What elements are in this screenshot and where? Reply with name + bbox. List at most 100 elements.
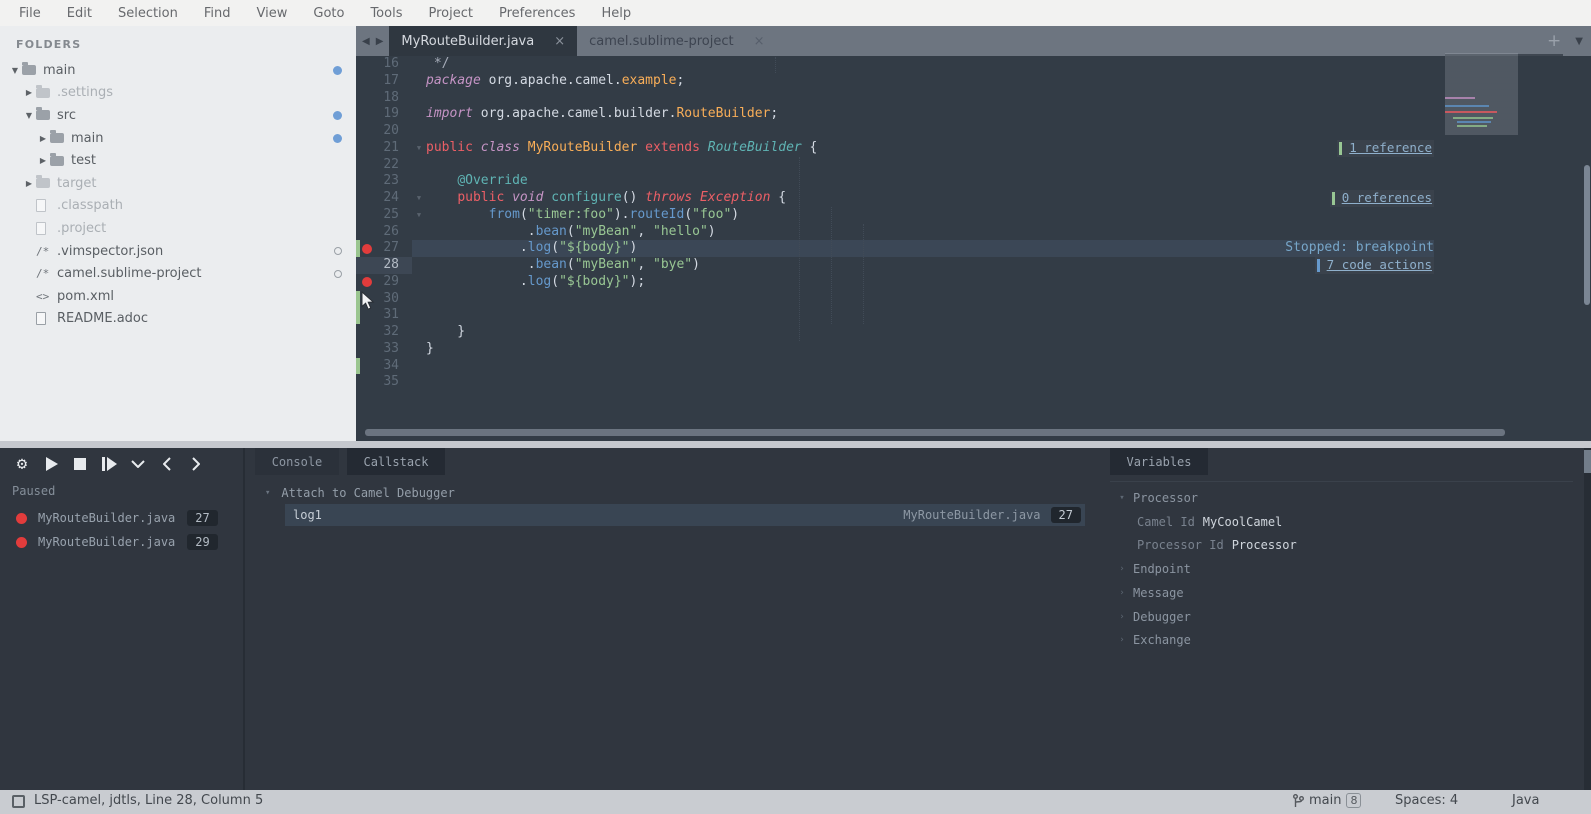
gutter[interactable]: 27 [356,240,412,257]
tab-overflow-icon[interactable]: ▼ [1575,36,1583,47]
tab-variables[interactable]: Variables [1110,448,1208,475]
editor-horizontal-scrollbar[interactable] [365,429,1505,436]
code-line-34[interactable]: 34 [356,358,1591,375]
breakpoint-gutter[interactable] [360,358,373,375]
sidebar-item-readme-adoc[interactable]: README.adoc [0,308,356,331]
chevron-right-icon[interactable] [188,456,204,472]
code-line-32[interactable]: 32 } [356,324,1591,341]
variable-camel-id[interactable]: Camel IdMyCoolCamel [1102,512,1591,532]
tab-console[interactable]: Console [255,448,339,475]
new-tab-icon[interactable]: + [1547,31,1561,51]
breakpoint-gutter[interactable] [360,341,373,358]
breakpoint-icon[interactable] [16,537,27,548]
breakpoint-gutter[interactable] [360,90,373,107]
settings-gear-icon[interactable]: ⚙ [14,456,30,472]
menu-tools[interactable]: Tools [357,6,415,21]
breakpoint-row[interactable]: MyRouteBuilder.java27 [0,506,243,530]
code-line-19[interactable]: 19import org.apache.camel.builder.RouteB… [356,106,1591,123]
gutter[interactable]: 31 [356,307,412,324]
sidebar-item--classpath[interactable]: .classpath [0,195,356,218]
editor-vertical-scrollbar[interactable] [1584,165,1590,305]
breakpoint-gutter[interactable] [360,140,373,157]
breakpoint-gutter[interactable] [360,173,373,190]
breakpoint-row[interactable]: MyRouteBuilder.java29 [0,530,243,554]
code-line-23[interactable]: 23 @Override [356,173,1591,190]
menu-selection[interactable]: Selection [105,6,191,21]
menu-project[interactable]: Project [415,6,485,21]
gutter[interactable]: 24 [356,190,412,207]
gutter[interactable]: 33 [356,341,412,358]
disclosure-right-icon[interactable]: ▶ [22,179,36,188]
code-line-25[interactable]: 25▼ from("timer:foo").routeId("foo") [356,207,1591,224]
breakpoint-gutter[interactable] [360,240,373,257]
gutter[interactable]: 22 [356,157,412,174]
menu-preferences[interactable]: Preferences [486,6,588,21]
sidebar-item-camel-sublime-project[interactable]: /*camel.sublime-project [0,262,356,285]
tab-close-icon[interactable]: × [554,34,565,49]
bottom-scrollbar-track[interactable] [1584,448,1591,790]
breakpoint-gutter[interactable] [360,324,373,341]
breakpoint-icon[interactable] [362,244,372,254]
code-line-30[interactable]: 30 [356,291,1591,308]
code-line-26[interactable]: 26 .bean("myBean", "hello") [356,224,1591,241]
breakpoint-gutter[interactable] [360,106,373,123]
fold-arrow-icon[interactable]: ▼ [412,140,426,157]
code-line-22[interactable]: 22 [356,157,1591,174]
variable-group-exchange[interactable]: ›Exchange [1102,630,1591,650]
gutter[interactable]: 30 [356,291,412,308]
disclosure-right-icon[interactable]: ▶ [36,156,50,165]
breakpoint-gutter[interactable] [360,257,373,274]
breakpoint-gutter[interactable] [360,157,373,174]
gutter[interactable]: 32 [356,324,412,341]
gutter[interactable]: 19 [356,106,412,123]
step-icon[interactable] [101,456,117,472]
annotation-link[interactable]: 1 reference [1349,140,1432,157]
disclosure-down-icon[interactable]: ▼ [22,111,36,120]
breakpoint-icon[interactable] [362,277,372,287]
breakpoint-gutter[interactable] [360,307,373,324]
git-branch-status[interactable]: main 8 [1293,793,1361,808]
menu-file[interactable]: File [6,6,54,21]
fold-arrow-icon[interactable]: ▼ [412,190,426,207]
code-line-28[interactable]: 28 .bean("myBean", "bye")7 code actions [356,257,1591,274]
chevron-right-icon[interactable]: › [1114,612,1130,622]
menu-goto[interactable]: Goto [300,6,357,21]
sidebar-item--vimspector-json[interactable]: /*.vimspector.json [0,240,356,263]
code-line-18[interactable]: 18 [356,90,1591,107]
code-line-24[interactable]: 24▼ public void configure() throws Excep… [356,190,1591,207]
gutter[interactable]: 23 [356,173,412,190]
status-spaces[interactable]: Spaces: 4 [1395,793,1458,808]
gutter[interactable]: 20 [356,123,412,140]
annotation-link[interactable]: 0 references [1342,190,1432,207]
gutter[interactable]: 28 [356,257,412,274]
variable-group-message[interactable]: ›Message [1102,583,1591,603]
sidebar-item-main[interactable]: ▶main [0,127,356,150]
breakpoint-gutter[interactable] [360,123,373,140]
panel-divider[interactable] [0,441,1591,448]
gutter[interactable]: 18 [356,90,412,107]
callstack-thread[interactable]: ▾ Attach to Camel Debugger [247,483,455,503]
ref1-annotation[interactable]: 1 reference [1337,140,1434,157]
play-icon[interactable] [43,456,59,472]
breakpoint-gutter[interactable] [360,224,373,241]
tab-myroutebuilder[interactable]: MyRouteBuilder.java × [389,26,577,56]
ref0-annotation[interactable]: 0 references [1330,190,1434,207]
chevron-right-icon[interactable]: › [1114,588,1130,598]
code-line-27[interactable]: 27 .log("${body}")Stopped: breakpoint [356,240,1591,257]
code-line-29[interactable]: 29 .log("${body}"); [356,274,1591,291]
code-line-33[interactable]: 33} [356,341,1591,358]
gutter[interactable]: 35 [356,374,412,391]
chevron-down-icon[interactable] [130,456,146,472]
variable-group-endpoint[interactable]: ›Endpoint [1102,559,1591,579]
sidebar-item-pom-xml[interactable]: <>pom.xml [0,285,356,308]
sidebar-item-target[interactable]: ▶target [0,172,356,195]
tab-nav-left-icon[interactable]: ◀ [362,36,370,47]
breakpoint-icon[interactable] [16,513,27,524]
tab-camel-sublime-project[interactable]: camel.sublime-project × [577,26,776,56]
gutter[interactable]: 29 [356,274,412,291]
breakpoint-gutter[interactable] [360,291,373,308]
variable-group-processor[interactable]: ▾Processor [1102,488,1591,508]
breakpoint-gutter[interactable] [360,73,373,90]
gutter[interactable]: 26 [356,224,412,241]
breakpoint-gutter[interactable] [360,374,373,391]
